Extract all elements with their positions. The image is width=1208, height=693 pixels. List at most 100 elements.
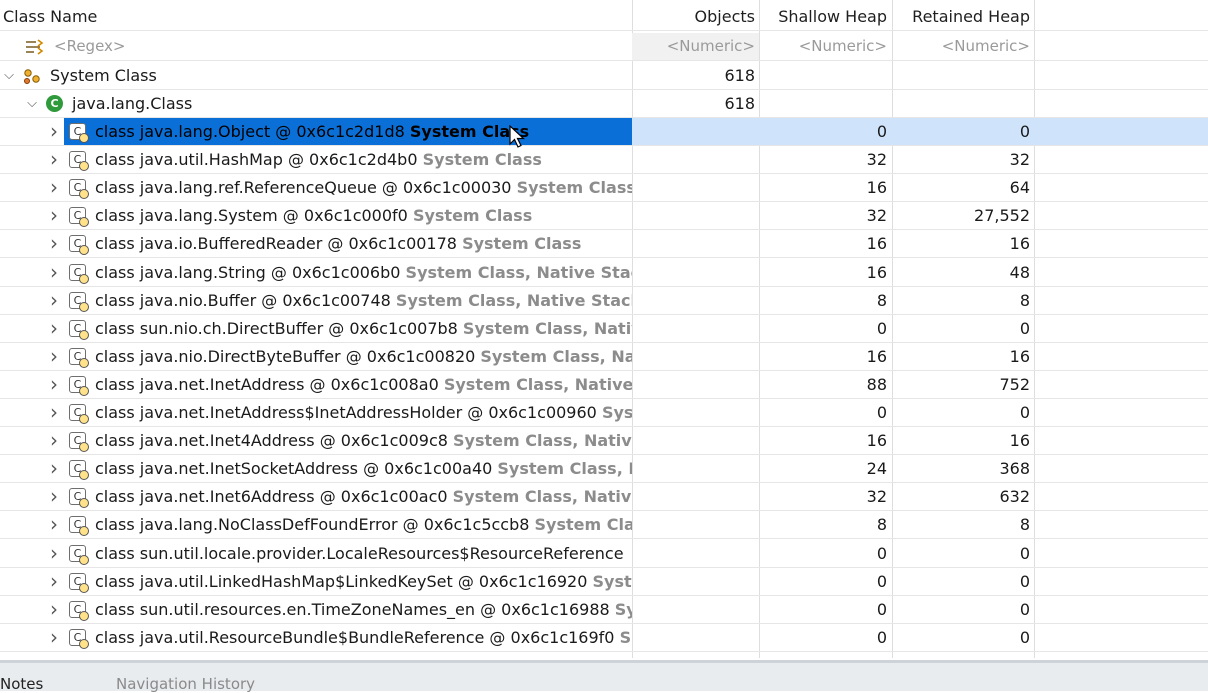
shallow-filter-input[interactable]: <Numeric> — [759, 33, 892, 60]
class-name-cell[interactable]: › Cclass java.net.InetAddress$InetAddress… — [0, 399, 632, 426]
class-name-cell[interactable]: › Cclass java.util.HashMap @ 0x6c1c2d4b0 … — [0, 146, 632, 173]
class-name-cell[interactable]: › Cclass java.nio.DirectByteBuffer @ 0x6c… — [0, 343, 632, 370]
table-row[interactable]: › Cclass java.lang.Object @ 0x6c1c2d1d8 S… — [0, 118, 1208, 146]
chevron-right-icon[interactable]: › — [47, 315, 61, 342]
table-row[interactable]: › Cclass sun.util.resources.en.TimeZoneNa… — [0, 596, 1208, 624]
class-object-icon: C — [69, 516, 89, 536]
class-name-cell[interactable]: › Cclass java.nio.Buffer @ 0x6c1c00748 Sy… — [0, 287, 632, 314]
chevron-right-icon[interactable]: › — [47, 540, 61, 567]
table-row[interactable]: › Cclass java.io.BufferedReader @ 0x6c1c0… — [0, 230, 1208, 258]
class-label: class java.util.HashMap @ 0x6c1c2d4b0 Sy… — [95, 146, 542, 173]
table-row[interactable]: › Cclass java.net.InetAddress$InetAddress… — [0, 399, 1208, 427]
class-name-text: class java.io.BufferedReader @ 0x6c1c001… — [95, 234, 457, 253]
table-row[interactable]: › Cclass sun.nio.ch.DirectBuffer @ 0x6c1c… — [0, 315, 1208, 343]
class-name-text: class java.lang.String @ 0x6c1c006b0 — [95, 263, 401, 282]
objects-filter-input[interactable]: <Numeric> — [632, 33, 759, 60]
class-object-icon: C — [69, 292, 89, 312]
group-row-java-lang-class[interactable]: ⌵ C java.lang.Class 618 — [0, 90, 1208, 118]
table-row[interactable]: › Cclass java.util.ResourceBundle$BundleR… — [0, 624, 1208, 652]
table-row[interactable]: › Cclass java.net.Inet4Address @ 0x6c1c00… — [0, 427, 1208, 455]
class-name-cell[interactable]: › Cclass java.util.ResourceBundle$BundleR… — [0, 624, 632, 651]
class-name-cell[interactable]: › Cclass java.net.InetAddress @ 0x6c1c008… — [0, 371, 632, 398]
chevron-right-icon[interactable]: › — [47, 174, 61, 201]
table-row[interactable]: › Cclass java.lang.System @ 0x6c1c000f0 S… — [0, 202, 1208, 230]
class-name-cell[interactable]: › Cclass java.util.LinkedHashMap$LinkedKe… — [0, 568, 632, 595]
chevron-right-icon[interactable]: › — [47, 259, 61, 286]
class-name-cell[interactable]: › Cclass sun.nio.ch.DirectBuffer @ 0x6c1c… — [0, 315, 632, 342]
class-name-cell[interactable]: › Cclass sun.util.resources.en.TimeZoneNa… — [0, 596, 632, 623]
class-name-cell[interactable]: › Cclass java.io.BufferedReader @ 0x6c1c0… — [0, 230, 632, 257]
group-label: System Class — [50, 66, 157, 85]
chevron-right-icon[interactable]: › — [47, 399, 61, 426]
table-row[interactable]: › Cclass java.nio.Buffer @ 0x6c1c00748 Sy… — [0, 287, 1208, 315]
class-name-cell[interactable]: › Cclass java.net.Inet4Address @ 0x6c1c00… — [0, 427, 632, 454]
class-label: class java.io.BufferedReader @ 0x6c1c001… — [95, 230, 581, 257]
chevron-down-icon[interactable]: ⌵ — [2, 62, 16, 89]
class-label: class java.lang.NoClassDefFoundError @ 0… — [95, 511, 632, 538]
regex-filter-input[interactable]: <Regex> — [54, 33, 125, 60]
class-name-text: class java.net.InetSocketAddress @ 0x6c1… — [95, 459, 493, 478]
shallow-heap-cell: 0 — [876, 600, 887, 619]
filter-icon — [24, 38, 46, 56]
chevron-right-icon[interactable]: › — [47, 343, 61, 370]
chevron-down-icon[interactable]: ⌵ — [25, 90, 39, 117]
chevron-right-icon[interactable]: › — [47, 146, 61, 173]
chevron-right-icon[interactable]: › — [47, 511, 61, 538]
class-name-cell[interactable]: › Cclass java.lang.ref.ReferenceQueue @ 0… — [0, 174, 632, 201]
column-header-objects[interactable]: Objects — [632, 3, 759, 30]
column-header-retained-heap[interactable]: Retained Heap — [892, 3, 1034, 30]
table-row[interactable]: › Cclass java.util.LinkedHashMap$LinkedKe… — [0, 568, 1208, 596]
chevron-right-icon[interactable]: › — [47, 596, 61, 623]
class-name-text: class java.nio.DirectByteBuffer @ 0x6c1c… — [95, 347, 476, 366]
class-name-text: class java.lang.ref.ReferenceQueue @ 0x6… — [95, 178, 512, 197]
class-object-icon: C — [69, 601, 89, 621]
table-row[interactable]: › Cclass java.net.InetSocketAddress @ 0x6… — [0, 455, 1208, 483]
class-object-icon: C — [69, 264, 89, 284]
class-object-icon: C — [69, 151, 89, 171]
chevron-right-icon[interactable]: › — [47, 371, 61, 398]
class-object-icon: C — [69, 123, 89, 143]
table-row[interactable]: › Cclass java.lang.NoClassDefFoundError @… — [0, 511, 1208, 539]
chevron-right-icon[interactable]: › — [47, 568, 61, 595]
class-name-cell[interactable]: › Cclass java.lang.String @ 0x6c1c006b0 S… — [0, 259, 632, 286]
tab-navigation-history[interactable]: Navigation History — [116, 675, 255, 693]
class-label: class sun.util.locale.provider.LocaleRes… — [95, 540, 624, 567]
table-row[interactable]: › Cclass java.net.Inet6Address @ 0x6c1c00… — [0, 483, 1208, 511]
chevron-right-icon[interactable]: › — [47, 202, 61, 229]
table-row[interactable]: › Cclass sun.util.locale.provider.LocaleR… — [0, 540, 1208, 568]
class-attributes-text: System Class — [422, 150, 542, 169]
shallow-heap-cell: 0 — [876, 544, 887, 563]
class-attributes-text: System Class, Nat — [480, 347, 632, 366]
column-header-shallow-heap[interactable]: Shallow Heap — [759, 3, 892, 30]
chevron-right-icon[interactable]: › — [47, 118, 61, 145]
retained-filter-input[interactable]: <Numeric> — [892, 33, 1034, 60]
class-name-cell[interactable]: › Cclass java.lang.NoClassDefFoundError @… — [0, 511, 632, 538]
table-row[interactable]: › Cclass java.net.InetAddress @ 0x6c1c008… — [0, 371, 1208, 399]
class-label: class java.lang.System @ 0x6c1c000f0 Sys… — [95, 202, 532, 229]
regex-filter-cell[interactable]: <Regex> — [0, 33, 632, 60]
chevron-right-icon[interactable]: › — [47, 624, 61, 651]
table-row[interactable]: › Cclass java.lang.ref.ReferenceQueue @ 0… — [0, 174, 1208, 202]
chevron-right-icon[interactable]: › — [47, 427, 61, 454]
class-label: class java.net.Inet4Address @ 0x6c1c009c… — [95, 427, 632, 454]
class-name-cell[interactable]: › Cclass java.lang.System @ 0x6c1c000f0 S… — [0, 202, 632, 229]
tab-notes[interactable]: Notes — [0, 675, 43, 693]
class-label: class java.lang.Object @ 0x6c1c2d1d8 Sys… — [95, 118, 529, 145]
class-name-cell[interactable]: › Cclass java.net.Inet6Address @ 0x6c1c00… — [0, 483, 632, 510]
group-row-system-class[interactable]: ⌵ System Class 618 — [0, 62, 1208, 90]
table-row[interactable]: › Cclass java.nio.DirectByteBuffer @ 0x6c… — [0, 343, 1208, 371]
retained-heap-cell: 8 — [1019, 515, 1030, 534]
class-name-cell[interactable]: › Cclass java.net.InetSocketAddress @ 0x6… — [0, 455, 632, 482]
chevron-right-icon[interactable]: › — [47, 483, 61, 510]
shallow-heap-cell: 0 — [876, 628, 887, 647]
class-name-cell[interactable]: › Cclass sun.util.locale.provider.LocaleR… — [0, 540, 632, 567]
chevron-right-icon[interactable]: › — [47, 455, 61, 482]
table-row[interactable]: › Cclass java.lang.String @ 0x6c1c006b0 S… — [0, 259, 1208, 287]
chevron-right-icon[interactable]: › — [47, 287, 61, 314]
class-name-cell[interactable]: › Cclass java.lang.Object @ 0x6c1c2d1d8 S… — [0, 118, 632, 145]
column-header-class-name[interactable]: Class Name — [0, 3, 632, 30]
class-name-text: class java.net.InetAddress @ 0x6c1c008a0 — [95, 375, 439, 394]
retained-heap-cell: 0 — [1019, 600, 1030, 619]
table-row[interactable]: › Cclass java.util.HashMap @ 0x6c1c2d4b0 … — [0, 146, 1208, 174]
chevron-right-icon[interactable]: › — [47, 230, 61, 257]
